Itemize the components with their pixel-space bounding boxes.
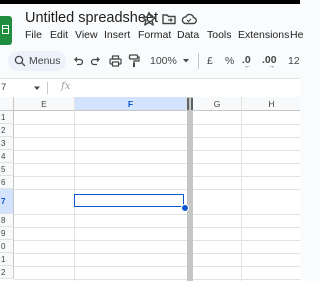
row-gridline xyxy=(14,150,300,151)
menu-tools[interactable]: Tools xyxy=(207,29,232,41)
paint-format-icon[interactable] xyxy=(128,54,140,68)
menu-insert[interactable]: Insert xyxy=(104,29,130,41)
column-header-e[interactable]: E xyxy=(14,97,75,111)
row-gridline xyxy=(14,253,300,254)
column-gridline xyxy=(241,111,242,281)
row-gridline xyxy=(14,163,300,164)
more-formats-button[interactable]: 12 xyxy=(288,55,300,67)
formula-divider xyxy=(47,82,48,94)
formula-bar: 7 fx xyxy=(0,78,300,98)
undo-icon[interactable] xyxy=(72,55,84,67)
resize-grip-right xyxy=(191,98,193,110)
increase-decimal-arrow-icon: → xyxy=(268,63,275,70)
row-gridline xyxy=(14,137,300,138)
decrease-decimal-arrow-icon: ← xyxy=(244,63,251,70)
row-header[interactable]: 9 xyxy=(0,227,14,240)
menu-file[interactable]: File xyxy=(25,29,42,41)
zoom-select[interactable]: 100% xyxy=(150,55,177,67)
row-gridline xyxy=(14,279,300,280)
redo-icon[interactable] xyxy=(90,55,102,67)
resize-grip-left xyxy=(187,98,189,110)
column-resize-handle[interactable] xyxy=(187,97,193,281)
column-header-g[interactable]: G xyxy=(193,97,242,111)
row-header-selected[interactable]: 7 xyxy=(0,189,14,214)
sheet-grid[interactable]: E F G H 1 2 3 4 5 6 7 8 9 0 1 2 xyxy=(0,97,300,281)
cloud-status-icon[interactable] xyxy=(181,11,197,27)
move-to-folder-icon[interactable] xyxy=(161,11,177,27)
window-top-edge xyxy=(0,0,300,4)
row-gridline xyxy=(14,266,300,267)
menu-format[interactable]: Format xyxy=(138,29,171,41)
row-header[interactable]: 2 xyxy=(0,124,14,137)
menu-help[interactable]: He xyxy=(290,29,303,41)
row-header[interactable]: 5 xyxy=(0,163,14,176)
row-gridline xyxy=(14,240,300,241)
toolbar: Menus 100% £ % .0 ← .00 → 12 xyxy=(4,51,304,72)
row-header[interactable]: 8 xyxy=(0,214,14,227)
toolbar-divider xyxy=(198,53,199,69)
row-header[interactable]: 1 xyxy=(0,111,14,124)
fill-handle[interactable] xyxy=(181,204,189,212)
menu-bar: File Edit View Insert Format Data Tools … xyxy=(0,29,303,43)
row-header[interactable]: 4 xyxy=(0,150,14,163)
row-header[interactable]: 0 xyxy=(0,240,14,253)
menu-edit[interactable]: Edit xyxy=(50,29,68,41)
row-header[interactable]: 1 xyxy=(0,253,14,266)
star-icon[interactable] xyxy=(141,11,157,27)
row-header[interactable]: 6 xyxy=(0,176,14,189)
row-gridline xyxy=(14,214,300,215)
fx-label: fx xyxy=(61,81,71,92)
row-header[interactable]: 3 xyxy=(0,137,14,150)
menu-extensions[interactable]: Extensions xyxy=(238,29,289,41)
dropdown-arrow-icon[interactable] xyxy=(182,58,190,64)
menu-data[interactable]: Data xyxy=(177,29,199,41)
menu-view[interactable]: View xyxy=(75,29,98,41)
name-box[interactable]: 7 xyxy=(1,82,6,93)
row-gridline xyxy=(14,176,300,177)
column-header-f[interactable]: F xyxy=(75,97,187,111)
row-gridline xyxy=(14,189,300,190)
print-icon[interactable] xyxy=(109,55,122,67)
currency-format-button[interactable]: £ xyxy=(207,55,213,67)
menus-label: Menus xyxy=(29,55,61,67)
select-all-corner[interactable] xyxy=(0,97,14,111)
search-icon xyxy=(14,55,26,67)
active-cell-f7[interactable] xyxy=(74,194,184,207)
row-gridline xyxy=(14,227,300,228)
row-gridline xyxy=(14,124,300,125)
percent-format-button[interactable]: % xyxy=(225,55,234,67)
document-title[interactable]: Untitled spreadsheet xyxy=(25,10,158,26)
name-box-dropdown-icon[interactable] xyxy=(33,86,41,91)
column-header-h[interactable]: H xyxy=(242,97,300,111)
row-header[interactable]: 2 xyxy=(0,266,14,279)
